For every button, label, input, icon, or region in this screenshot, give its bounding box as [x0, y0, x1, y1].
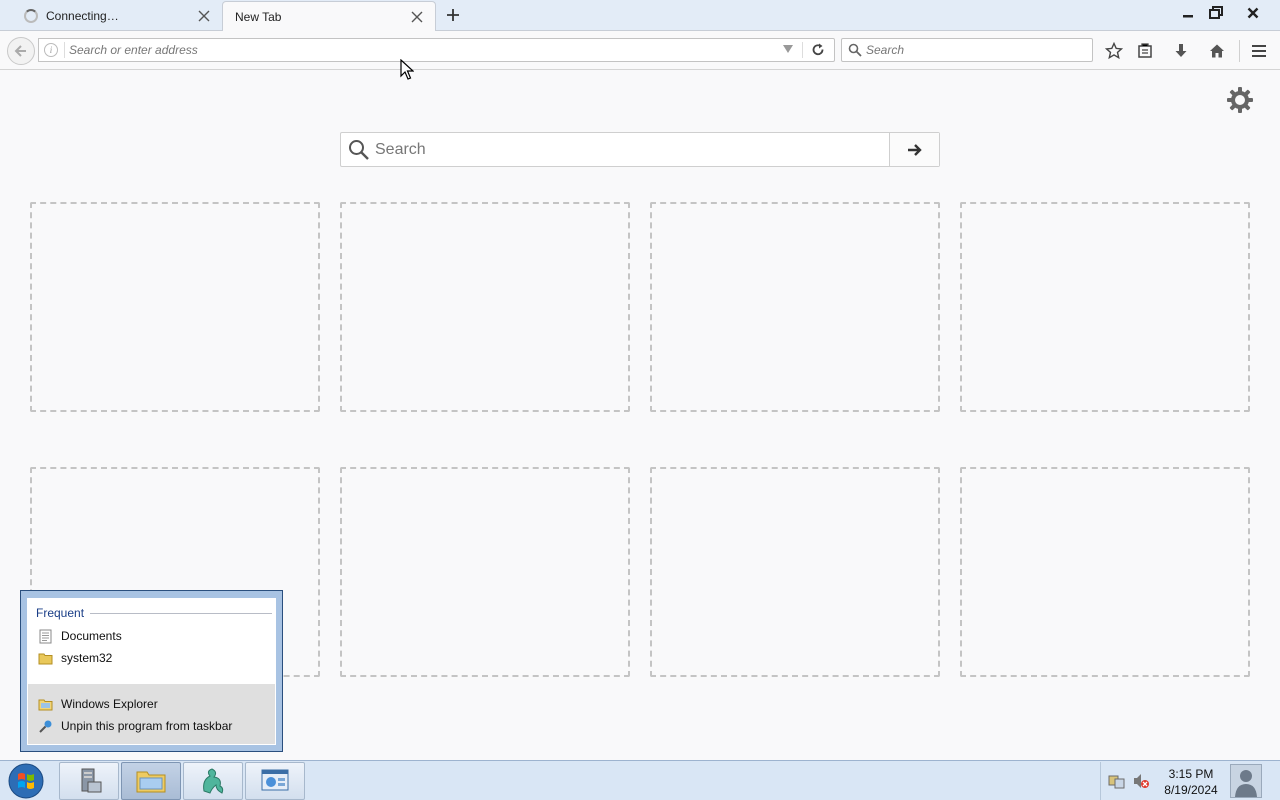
tab-label: Connecting… [46, 9, 119, 23]
clock-time: 3:15 PM [1168, 767, 1214, 781]
jump-list-item-windows-explorer[interactable]: Windows Explorer [38, 694, 158, 714]
jump-list-item-label: Unpin this program from taskbar [61, 719, 233, 733]
restore-button[interactable] [1203, 2, 1229, 24]
jump-list-item-label: Documents [61, 629, 122, 643]
jump-list-item-system32[interactable]: system32 [38, 648, 112, 668]
jump-list-item-label: system32 [61, 651, 113, 665]
unpin-icon [38, 719, 53, 734]
menu-button[interactable] [1247, 39, 1271, 63]
tab-connecting[interactable]: Connecting… [0, 1, 222, 31]
history-dropdown-icon[interactable] [783, 45, 793, 53]
jump-list-item-unpin[interactable]: Unpin this program from taskbar [38, 716, 232, 736]
address-input[interactable] [69, 41, 769, 59]
taskbar-jump-list: Frequent Documents system32 Windows Expl… [20, 590, 283, 752]
volume-muted-icon[interactable] [1132, 772, 1150, 793]
newtab-search-input[interactable] [375, 139, 885, 161]
divider [802, 42, 803, 58]
user-avatar[interactable] [1230, 764, 1262, 798]
browser-window-icon [261, 769, 289, 791]
jump-list-item-documents[interactable]: Documents [38, 626, 122, 646]
close-window-button[interactable] [1240, 2, 1266, 24]
taskbar: 3:15 PM 8/19/2024 [0, 760, 1280, 800]
home-button[interactable] [1205, 39, 1229, 63]
close-tab-icon[interactable] [409, 9, 425, 25]
taskbar-windows-explorer[interactable] [121, 762, 181, 800]
newtab-search-box[interactable] [340, 132, 940, 167]
document-icon [38, 629, 53, 644]
clock-date: 8/19/2024 [1164, 783, 1218, 797]
toolbar-search-box[interactable] [841, 38, 1093, 62]
taskbar-firefox[interactable] [245, 762, 305, 800]
settings-gear-icon[interactable] [1226, 86, 1254, 114]
explorer-icon [38, 697, 53, 712]
empty-site-tile[interactable] [960, 202, 1250, 412]
empty-site-tile[interactable] [30, 202, 320, 412]
info-icon[interactable]: i [44, 43, 58, 57]
empty-site-tile[interactable] [650, 467, 940, 677]
search-go-button[interactable] [889, 133, 939, 166]
taskbar-server-manager[interactable] [59, 762, 119, 800]
empty-site-tile[interactable] [650, 202, 940, 412]
minimize-button[interactable] [1175, 2, 1201, 24]
bookmark-star-button[interactable] [1102, 39, 1126, 63]
taskbar-app-dragon[interactable] [183, 762, 243, 800]
bookmarks-menu-button[interactable] [1133, 39, 1157, 63]
jump-list-heading: Frequent [36, 606, 85, 620]
address-bar[interactable]: i [38, 38, 835, 62]
toolbar-search-input[interactable] [866, 41, 1086, 59]
empty-site-tile[interactable] [960, 467, 1250, 677]
start-button[interactable] [6, 763, 46, 799]
divider [64, 42, 65, 58]
close-tab-icon[interactable] [196, 8, 212, 24]
divider [90, 613, 272, 614]
new-tab-button[interactable] [443, 5, 463, 25]
network-icon[interactable] [1108, 772, 1126, 793]
tab-label: New Tab [235, 9, 282, 24]
back-button[interactable] [7, 37, 35, 65]
divider [1239, 40, 1240, 62]
loading-spinner-icon [24, 9, 38, 23]
tab-strip: Connecting… New Tab [0, 0, 1280, 31]
search-icon [848, 43, 862, 60]
folder-icon [38, 651, 53, 666]
empty-site-tile[interactable] [340, 202, 630, 412]
taskbar-clock[interactable]: 3:15 PM 8/19/2024 [1160, 766, 1222, 798]
navigation-toolbar: i [0, 31, 1280, 70]
jump-list-panel: Frequent Documents system32 Windows Expl… [27, 598, 276, 745]
dragon-icon [203, 768, 224, 794]
downloads-button[interactable] [1169, 39, 1193, 63]
jump-list-tasks: Windows Explorer Unpin this program from… [28, 684, 275, 744]
tab-new-tab[interactable]: New Tab [222, 1, 436, 31]
search-icon [348, 139, 370, 164]
empty-site-tile[interactable] [340, 467, 630, 677]
folder-icon [136, 771, 166, 793]
mouse-cursor-icon [400, 58, 415, 84]
jump-list-item-label: Windows Explorer [61, 697, 158, 711]
server-manager-icon [81, 768, 102, 793]
reload-icon[interactable] [809, 41, 827, 59]
